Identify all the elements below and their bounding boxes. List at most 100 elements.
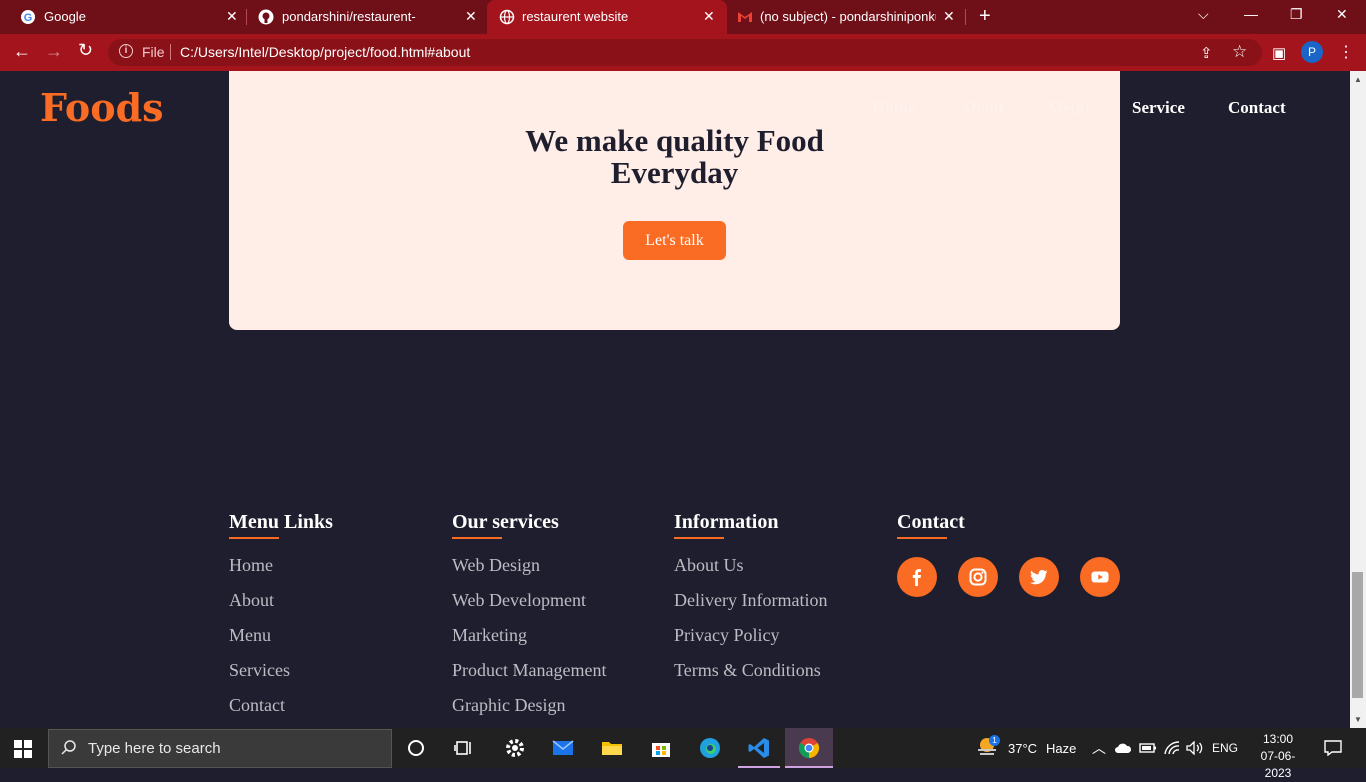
footer-link-menu[interactable]: Menu (229, 625, 271, 646)
notification-center-icon[interactable] (1324, 740, 1342, 756)
weather-temperature[interactable]: 37°C (1008, 741, 1037, 756)
input-language[interactable]: ENG (1212, 741, 1238, 755)
clock-time: 13:00 (1262, 732, 1294, 746)
task-view-icon[interactable] (452, 736, 476, 760)
settings-gear-icon[interactable] (503, 736, 527, 760)
clock-date: 07-06-2023 (1260, 749, 1296, 780)
footer-information-heading: Information (674, 511, 779, 533)
footer-link-graphic-design[interactable]: Graphic Design (452, 695, 565, 716)
gmail-icon (738, 12, 752, 22)
onedrive-cloud-icon[interactable] (1114, 741, 1132, 755)
heading-underline (452, 537, 502, 539)
scroll-down-arrow-icon[interactable]: ▼ (1354, 715, 1362, 724)
tab-github[interactable]: pondarshini/restaurent- ✕ (238, 0, 486, 34)
nav-service[interactable]: Service (1132, 98, 1185, 118)
heading-underline (674, 537, 724, 539)
url-text[interactable]: C:/Users/Intel/Desktop/project/food.html… (180, 44, 470, 60)
heading-underline (229, 537, 279, 539)
chrome-icon[interactable] (797, 736, 821, 760)
close-icon[interactable]: ✕ (465, 8, 477, 25)
facebook-icon (912, 569, 921, 586)
footer-contact-heading: Contact (897, 511, 965, 533)
profile-avatar[interactable]: P (1301, 41, 1323, 63)
svg-text:G: G (24, 12, 33, 24)
cortana-icon[interactable] (404, 736, 428, 760)
nav-home[interactable]: Home (872, 98, 915, 118)
hero-title-line2: Everyday (610, 155, 739, 190)
minimize-button[interactable]: — (1244, 6, 1258, 22)
footer-services-heading: Our services (452, 511, 559, 533)
footer-link-about-us[interactable]: About Us (674, 555, 744, 576)
footer-link-privacy-policy[interactable]: Privacy Policy (674, 625, 780, 646)
forward-arrow-icon[interactable]: → (45, 41, 63, 62)
side-panel-icon[interactable]: ▣ (1272, 44, 1286, 62)
instagram-icon (969, 568, 987, 586)
address-divider (170, 44, 171, 60)
page-viewport: We make quality Food Everyday Let's talk… (0, 71, 1350, 728)
tab-title: Google (44, 9, 86, 24)
footer-link-about[interactable]: About (229, 590, 274, 611)
back-arrow-icon[interactable]: ← (13, 41, 31, 62)
file-explorer-icon[interactable] (600, 736, 624, 760)
show-hidden-icons-chevron-icon[interactable]: ︿ (1092, 738, 1106, 758)
twitter-icon (1029, 570, 1048, 585)
window-close-button[interactable]: ✕ (1336, 6, 1348, 23)
info-icon[interactable]: i (119, 44, 133, 58)
footer-link-services[interactable]: Services (229, 660, 290, 681)
nav-menu[interactable]: Menu (1047, 98, 1090, 118)
mail-icon[interactable] (551, 736, 575, 760)
footer-link-product-management[interactable]: Product Management (452, 660, 606, 681)
google-icon: G (21, 10, 35, 24)
vscode-icon[interactable] (747, 736, 771, 760)
tab-search-chevron-icon[interactable]: ⌵ (1198, 6, 1209, 23)
facebook-button[interactable] (897, 557, 937, 597)
scrollbar-thumb[interactable] (1352, 572, 1363, 698)
scroll-up-arrow-icon[interactable]: ▲ (1354, 75, 1362, 84)
share-icon[interactable]: ⇪ (1200, 44, 1213, 62)
tab-title: pondarshini/restaurent- (282, 9, 416, 24)
globe-icon (499, 9, 515, 25)
tab-divider (965, 9, 966, 25)
nav-about[interactable]: About (959, 98, 1004, 118)
tab-google[interactable]: G Google ✕ (0, 0, 245, 34)
lets-talk-button[interactable]: Let's talk (623, 221, 726, 260)
hero-title-line1: We make quality Food (525, 123, 824, 158)
nav-contact[interactable]: Contact (1228, 98, 1286, 118)
browser-menu-icon[interactable]: ⋮ (1338, 42, 1354, 62)
weather-condition[interactable]: Haze (1046, 741, 1076, 756)
site-logo[interactable]: Foods (40, 85, 164, 130)
youtube-icon (1091, 571, 1109, 583)
speaker-volume-icon[interactable] (1186, 741, 1204, 755)
footer-link-delivery-information[interactable]: Delivery Information (674, 590, 827, 611)
close-icon[interactable]: ✕ (703, 8, 715, 25)
footer-link-home[interactable]: Home (229, 555, 273, 576)
footer-link-web-development[interactable]: Web Development (452, 590, 586, 611)
footer-link-contact[interactable]: Contact (229, 695, 285, 716)
restore-button[interactable]: ❐ (1290, 6, 1303, 23)
search-icon (61, 740, 76, 755)
edge-browser-icon[interactable] (698, 736, 722, 760)
search-placeholder: Type here to search (88, 740, 221, 757)
scheme-label: File (142, 44, 165, 60)
close-icon[interactable]: ✕ (226, 8, 238, 25)
youtube-button[interactable] (1080, 557, 1120, 597)
new-tab-button[interactable]: + (979, 5, 991, 28)
reload-icon[interactable]: ↻ (78, 40, 93, 61)
instagram-button[interactable] (958, 557, 998, 597)
weather-badge: 1 (989, 735, 1000, 746)
bookmark-star-icon[interactable]: ☆ (1232, 42, 1247, 62)
footer-link-marketing[interactable]: Marketing (452, 625, 527, 646)
wifi-icon[interactable] (1164, 741, 1180, 755)
footer-link-terms-conditions[interactable]: Terms & Conditions (674, 660, 821, 681)
github-icon (258, 9, 274, 25)
tab-restaurant-website[interactable]: restaurent website ✕ (487, 0, 727, 34)
footer-link-web-design[interactable]: Web Design (452, 555, 540, 576)
battery-icon[interactable] (1139, 742, 1157, 754)
taskbar-clock[interactable]: 13:00 07-06-2023 (1248, 731, 1308, 782)
twitter-button[interactable] (1019, 557, 1059, 597)
microsoft-store-icon[interactable] (649, 736, 673, 760)
footer-menu-links-heading: Menu Links (229, 511, 333, 533)
windows-start-icon[interactable] (14, 740, 32, 758)
tab-gmail[interactable]: (no subject) - pondarshiniponkun ✕ (728, 0, 966, 34)
close-icon[interactable]: ✕ (943, 8, 955, 25)
